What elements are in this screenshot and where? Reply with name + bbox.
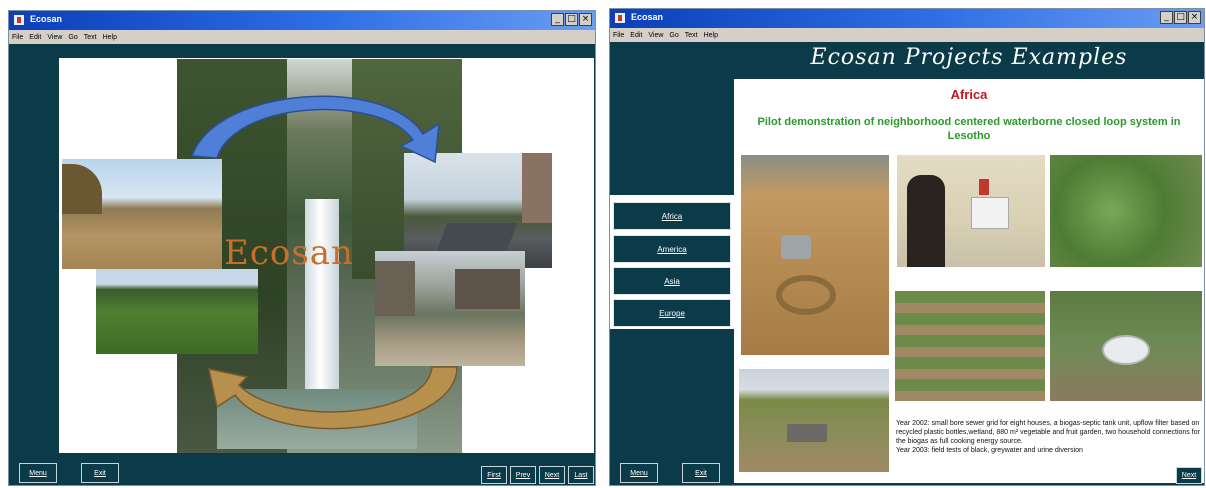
menu-edit[interactable]: Edit [29,34,41,41]
left-titlebar[interactable]: Ecosan _ □ × [9,11,595,30]
right-titlebar[interactable]: Ecosan _ □ × [610,9,1204,28]
menu-help[interactable]: Help [704,32,718,39]
right-next-button[interactable]: Next [1176,467,1202,484]
project-subtitle: Pilot demonstration of neighborhood cent… [757,116,1181,142]
description-2002: Year 2002: small bore sewer grid for eig… [896,420,1200,445]
nav-asia[interactable]: Asia [613,267,731,295]
first-button[interactable]: First [481,466,507,484]
biogas-kitchen-photo [897,155,1045,267]
last-button[interactable]: Last [568,466,594,484]
field-workers-photo [62,159,222,269]
app-icon [614,12,626,24]
nav-america[interactable]: America [613,235,731,263]
left-menu-button[interactable]: Menu [19,463,57,483]
menu-file[interactable]: File [613,32,624,39]
village-photo [375,251,525,366]
right-menu-button[interactable]: Menu [620,463,658,483]
close-button[interactable]: × [579,13,592,26]
left-exit-button[interactable]: Exit [81,463,119,483]
green-field-photo [96,269,258,354]
menu-text[interactable]: Text [84,34,97,41]
project-description: Year 2002: small bore sewer grid for eig… [896,419,1200,455]
right-window-title: Ecosan [631,12,664,22]
maximize-button[interactable]: □ [1174,11,1187,24]
menu-view[interactable]: View [47,34,62,41]
minimize-button[interactable]: _ [1160,11,1173,24]
menu-help[interactable]: Help [103,34,117,41]
menu-text[interactable]: Text [685,32,698,39]
left-window: Ecosan _ □ × File Edit View Go Text Help [8,10,596,486]
maximize-button[interactable]: □ [565,13,578,26]
prev-button[interactable]: Prev [510,466,536,484]
next-button[interactable]: Next [539,466,565,484]
nav-europe[interactable]: Europe [613,299,731,327]
app-icon [13,14,25,26]
ecosan-overlay-text: Ecosan [224,233,354,273]
menu-edit[interactable]: Edit [630,32,642,39]
region-title: Africa [950,87,988,102]
left-window-title: Ecosan [30,14,63,24]
close-button[interactable]: × [1188,11,1201,24]
projects-heading: Ecosan Projects Examples [810,45,1128,70]
wetland-site-photo [739,369,889,472]
description-2003: Year 2003: field tests of black, greywat… [896,447,1083,454]
menu-view[interactable]: View [648,32,663,39]
minimize-button[interactable]: _ [551,13,564,26]
right-menubar: File Edit View Go Text Help [610,28,1204,42]
construction-photo [741,155,889,355]
menu-file[interactable]: File [12,34,23,41]
blue-cycle-arrow-icon [190,95,440,164]
biogas-tank-photo [1050,291,1202,401]
nav-africa[interactable]: Africa [613,202,731,230]
menu-go[interactable]: Go [68,34,77,41]
left-menubar: File Edit View Go Text Help [9,30,595,44]
menu-go[interactable]: Go [669,32,678,39]
right-window: Ecosan _ □ × File Edit View Go Text Help… [609,8,1205,486]
tan-cycle-arrow-icon [208,366,458,430]
left-top-strip [9,44,127,58]
garden-beds-photo [895,291,1045,401]
vegetable-plants-photo [1050,155,1202,267]
right-exit-button[interactable]: Exit [682,463,720,483]
